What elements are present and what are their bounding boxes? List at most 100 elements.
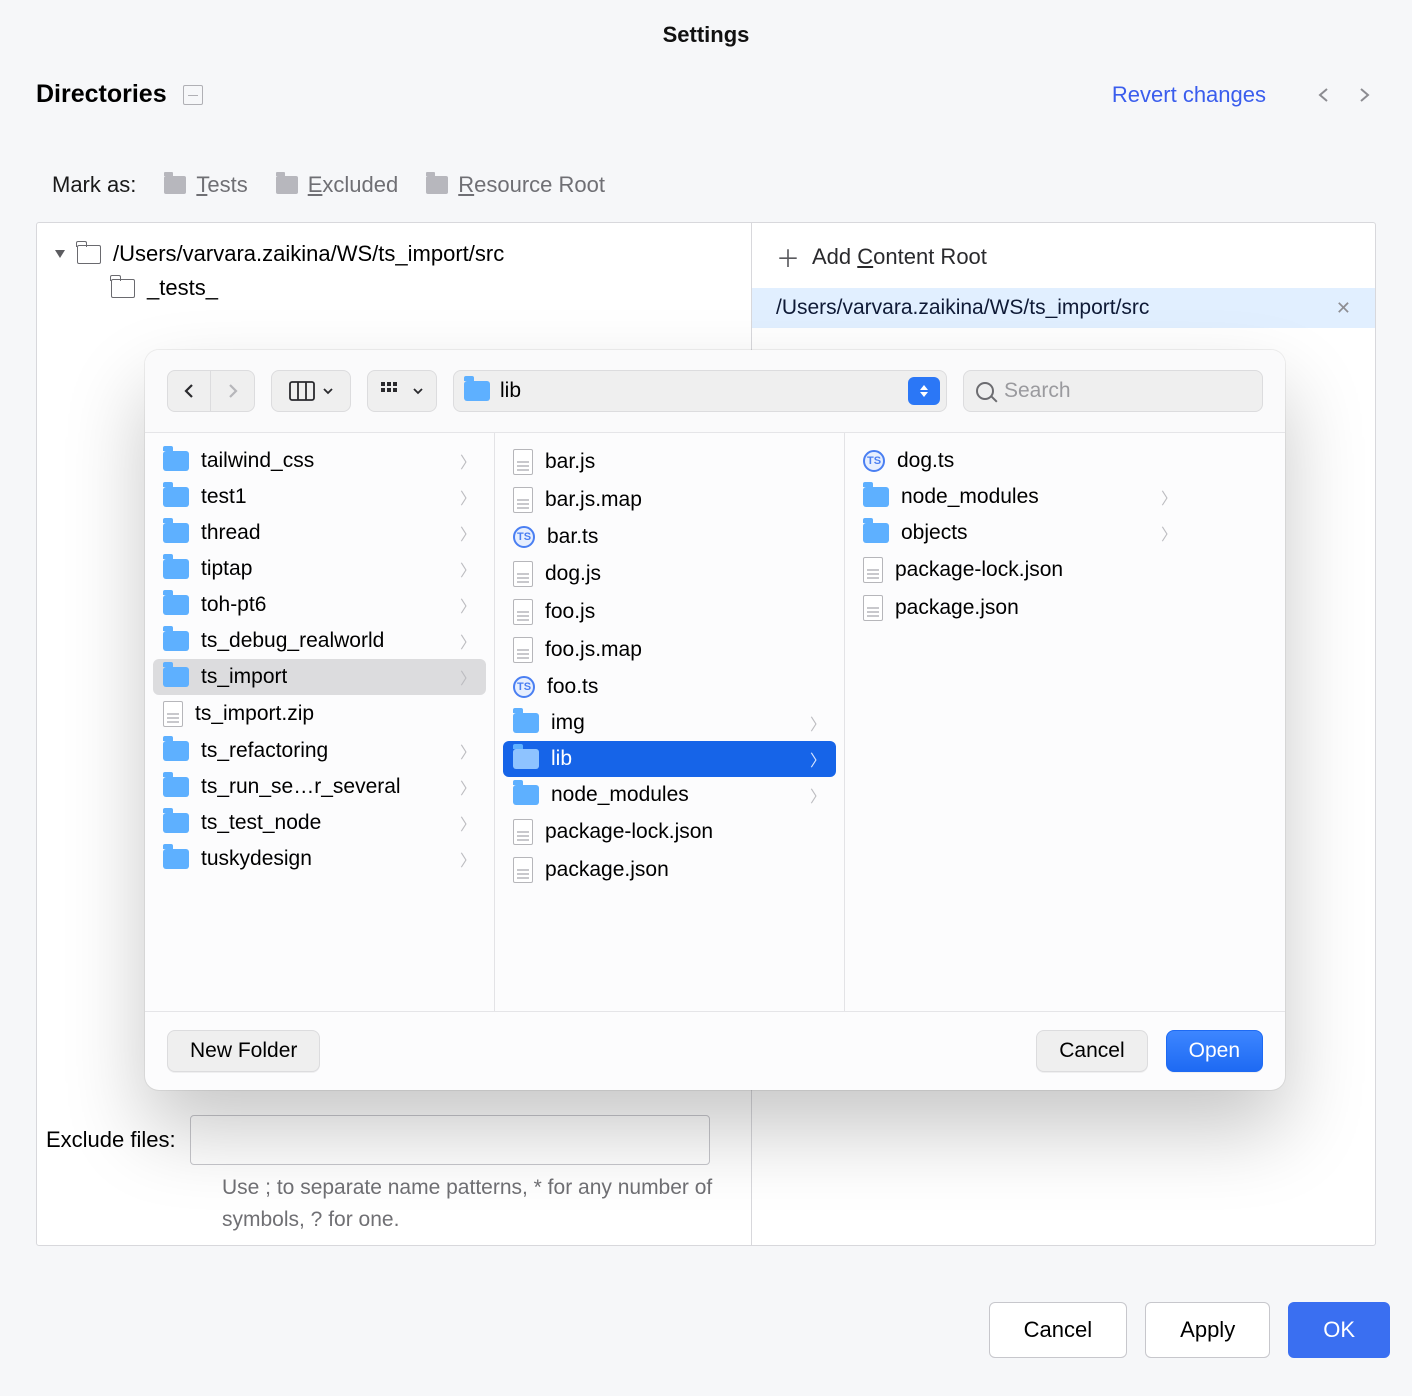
file-icon [513, 487, 533, 513]
nav-forward-button[interactable] [211, 370, 255, 412]
chevron-right-icon: 〉 [460, 593, 476, 617]
list-item[interactable]: TSfoo.ts [503, 669, 836, 705]
list-item-label: ts_refactoring [201, 739, 328, 763]
tree-root-row[interactable]: /Users/varvara.zaikina/WS/ts_import/src [55, 237, 733, 271]
search-input[interactable]: Search [963, 370, 1263, 412]
list-item-label: ts_import [201, 665, 287, 689]
chevron-right-icon: 〉 [1161, 485, 1177, 509]
list-item[interactable]: package-lock.json [503, 813, 836, 851]
chevron-right-icon: 〉 [460, 449, 476, 473]
path-dropdown[interactable]: lib [453, 370, 947, 412]
collapse-section-icon[interactable] [183, 85, 203, 105]
list-item[interactable]: objects〉 [853, 515, 1187, 551]
exclude-files-label: Exclude files: [46, 1127, 176, 1153]
mark-tests-button[interactable]: Tests [164, 172, 247, 198]
chevron-right-icon: 〉 [1161, 521, 1177, 545]
list-item[interactable]: TSdog.ts [853, 443, 1187, 479]
list-item-label: lib [551, 747, 572, 771]
list-item[interactable]: tuskydesign 〉 [153, 841, 486, 877]
folder-icon [863, 523, 889, 543]
list-item-label: package-lock.json [545, 820, 713, 844]
list-item[interactable]: package.json [503, 851, 836, 889]
list-item-label: ts_run_se…r_several [201, 775, 401, 799]
ok-button[interactable]: OK [1288, 1302, 1390, 1358]
file-icon [863, 595, 883, 621]
list-item[interactable]: ts_import〉 [153, 659, 486, 695]
new-folder-button[interactable]: New Folder [167, 1030, 320, 1072]
list-item-label: ts_import.zip [195, 702, 314, 726]
list-item[interactable]: ts_refactoring 〉 [153, 733, 486, 769]
ts-file-icon: TS [513, 526, 535, 548]
remove-content-root-icon[interactable]: ✕ [1336, 298, 1351, 319]
chevron-right-icon: 〉 [460, 557, 476, 581]
view-grid-button[interactable] [367, 370, 437, 412]
folder-icon [163, 631, 189, 651]
list-item[interactable]: img〉 [503, 705, 836, 741]
history-forward-icon[interactable] [1352, 83, 1376, 107]
list-item[interactable]: test1〉 [153, 479, 486, 515]
list-item-label: tiptap [201, 557, 252, 581]
cancel-button[interactable]: Cancel [989, 1302, 1127, 1358]
list-item[interactable]: package-lock.json [853, 551, 1187, 589]
view-columns-button[interactable] [271, 370, 351, 412]
list-item-label: foo.ts [547, 675, 598, 699]
folder-icon [863, 487, 889, 507]
chevron-right-icon: 〉 [460, 847, 476, 871]
revert-changes-link[interactable]: Revert changes [1112, 82, 1266, 108]
list-item[interactable]: dog.js [503, 555, 836, 593]
list-item[interactable]: ts_test_node〉 [153, 805, 486, 841]
mark-resource-root-button[interactable]: Resource Root [426, 172, 605, 198]
history-back-icon[interactable] [1312, 83, 1336, 107]
list-item-label: thread [201, 521, 261, 545]
list-item[interactable]: foo.js [503, 593, 836, 631]
content-root-path: /Users/varvara.zaikina/WS/ts_import/src [776, 296, 1149, 320]
file-icon [863, 557, 883, 583]
file-icon [513, 599, 533, 625]
list-item-label: package.json [545, 858, 669, 882]
list-item[interactable]: package.json [853, 589, 1187, 627]
list-item[interactable]: node_modules〉 [503, 777, 836, 813]
list-item[interactable]: ts_run_se…r_several〉 [153, 769, 486, 805]
file-open-dialog: lib Search tailwind_css〉test1〉thread〉tip… [145, 350, 1285, 1090]
tree-root-label: /Users/varvara.zaikina/WS/ts_import/src [113, 241, 504, 267]
chevron-right-icon: 〉 [460, 739, 476, 763]
list-item[interactable]: ts_debug_realworld〉 [153, 623, 486, 659]
list-item[interactable]: ts_import.zip [153, 695, 486, 733]
apply-button[interactable]: Apply [1145, 1302, 1270, 1358]
list-item-label: img [551, 711, 585, 735]
list-item[interactable]: lib〉 [503, 741, 836, 777]
add-content-root-button[interactable]: ＋ Add Content Root [752, 237, 1375, 288]
list-item[interactable]: TSbar.ts [503, 519, 836, 555]
tree-child-row[interactable]: _tests_ [55, 271, 733, 305]
list-item[interactable]: tailwind_css〉 [153, 443, 486, 479]
file-columns: tailwind_css〉test1〉thread〉tiptap〉toh-pt6… [145, 433, 1285, 1011]
ts-file-icon: TS [863, 450, 885, 472]
list-item[interactable]: thread 〉 [153, 515, 486, 551]
chevron-right-icon: 〉 [460, 521, 476, 545]
list-item[interactable]: bar.js [503, 443, 836, 481]
mark-excluded-button[interactable]: Excluded [276, 172, 399, 198]
exclude-files-input[interactable] [190, 1115, 710, 1165]
list-item[interactable]: toh-pt6〉 [153, 587, 486, 623]
list-item[interactable]: node_modules〉 [853, 479, 1187, 515]
chevron-right-icon: 〉 [460, 811, 476, 835]
list-item-label: ts_debug_realworld [201, 629, 384, 653]
list-item-label: tuskydesign [201, 847, 312, 871]
list-item[interactable]: bar.js.map [503, 481, 836, 519]
list-item[interactable]: tiptap 〉 [153, 551, 486, 587]
folder-icon [164, 176, 186, 194]
list-item[interactable]: foo.js.map [503, 631, 836, 669]
folder-icon [426, 176, 448, 194]
dialog-open-button[interactable]: Open [1166, 1030, 1263, 1072]
nav-back-button[interactable] [167, 370, 211, 412]
folder-icon [163, 741, 189, 761]
page-title: Settings [0, 22, 1412, 48]
file-icon [513, 637, 533, 663]
search-icon [976, 382, 994, 400]
caret-down-icon [55, 250, 65, 258]
folder-icon [464, 381, 490, 401]
path-dropdown-toggle-icon[interactable] [908, 377, 940, 405]
dialog-cancel-button[interactable]: Cancel [1036, 1030, 1147, 1072]
content-root-item[interactable]: /Users/varvara.zaikina/WS/ts_import/src … [752, 288, 1375, 328]
folder-icon [163, 595, 189, 615]
